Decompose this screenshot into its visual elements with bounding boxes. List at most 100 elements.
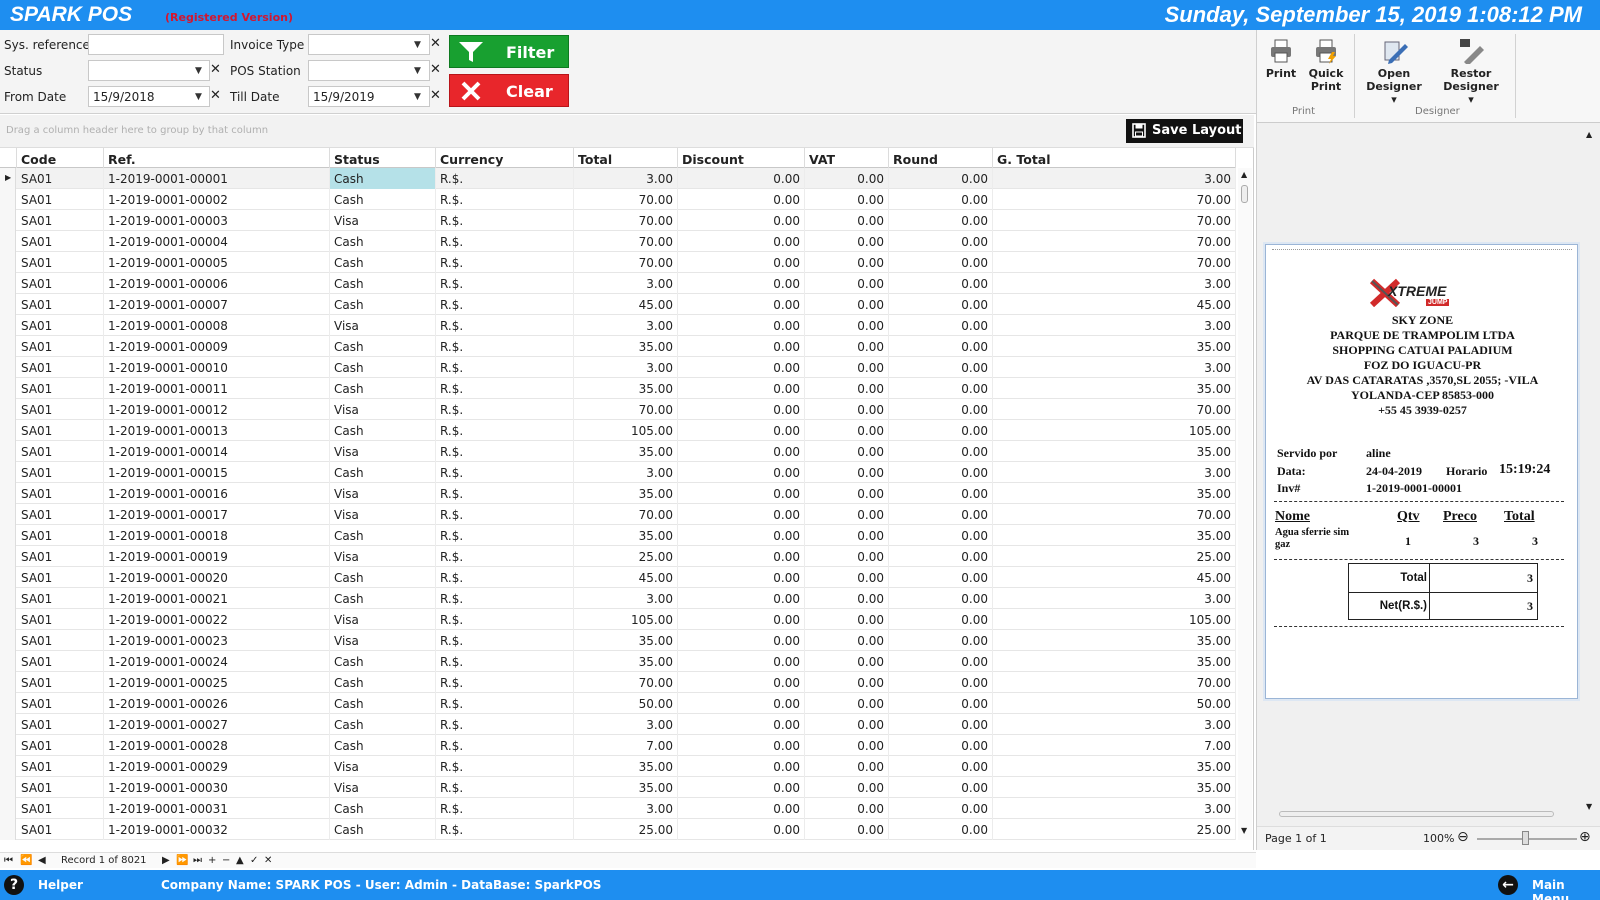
cell-vat[interactable]: 0.00 bbox=[805, 609, 889, 630]
table-row[interactable]: SA01 1-2019-0001-00008 Visa R.$. 3.00 0.00 0.0… bbox=[0, 315, 1236, 336]
cell-status[interactable]: Visa bbox=[330, 777, 436, 798]
row-indicator[interactable] bbox=[0, 252, 16, 273]
cell-currency[interactable]: R.$. bbox=[436, 735, 574, 756]
row-indicator[interactable] bbox=[0, 441, 16, 462]
open-designer-button[interactable]: Open Designer ▾ bbox=[1359, 38, 1429, 106]
cell-total[interactable]: 35.00 bbox=[574, 441, 678, 462]
row-indicator[interactable] bbox=[0, 588, 16, 609]
cell-total[interactable]: 3.00 bbox=[574, 168, 678, 189]
cell-g-total[interactable]: 70.00 bbox=[993, 231, 1236, 252]
status-select[interactable] bbox=[88, 60, 210, 81]
cell-status[interactable]: Cash bbox=[330, 798, 436, 819]
cell-g-total[interactable]: 70.00 bbox=[993, 399, 1236, 420]
table-row[interactable]: SA01 1-2019-0001-00019 Visa R.$. 25.00 0.00 0.… bbox=[0, 546, 1236, 567]
cell-currency[interactable]: R.$. bbox=[436, 357, 574, 378]
cell-ref[interactable]: 1-2019-0001-00031 bbox=[104, 798, 330, 819]
cell-total[interactable]: 35.00 bbox=[574, 378, 678, 399]
cell-vat[interactable]: 0.00 bbox=[805, 504, 889, 525]
cell-total[interactable]: 35.00 bbox=[574, 756, 678, 777]
cell-status[interactable]: Cash bbox=[330, 525, 436, 546]
cell-code[interactable]: SA01 bbox=[17, 399, 104, 420]
row-indicator[interactable] bbox=[0, 819, 16, 840]
cell-code[interactable]: SA01 bbox=[17, 357, 104, 378]
table-row[interactable]: SA01 1-2019-0001-00006 Cash R.$. 3.00 0.00 0.0… bbox=[0, 273, 1236, 294]
table-row[interactable]: SA01 1-2019-0001-00024 Cash R.$. 35.00 0.00 0.… bbox=[0, 651, 1236, 672]
row-indicator[interactable] bbox=[0, 462, 16, 483]
cell-currency[interactable]: R.$. bbox=[436, 525, 574, 546]
cell-currency[interactable]: R.$. bbox=[436, 273, 574, 294]
table-row[interactable]: SA01 1-2019-0001-00014 Visa R.$. 35.00 0.00 0.… bbox=[0, 441, 1236, 462]
cell-currency[interactable]: R.$. bbox=[436, 798, 574, 819]
cell-round[interactable]: 0.00 bbox=[889, 336, 993, 357]
cell-code[interactable]: SA01 bbox=[17, 588, 104, 609]
cell-status[interactable]: Visa bbox=[330, 504, 436, 525]
cell-status[interactable]: Visa bbox=[330, 630, 436, 651]
main-menu-link[interactable]: Main Menu bbox=[1532, 878, 1600, 900]
cancel-record-icon[interactable]: ✕ bbox=[264, 855, 272, 866]
cell-code[interactable]: SA01 bbox=[17, 525, 104, 546]
chevron-down-icon[interactable]: ▼ bbox=[195, 66, 202, 76]
cell-total[interactable]: 3.00 bbox=[574, 357, 678, 378]
close-icon[interactable]: ✕ bbox=[430, 88, 441, 103]
cell-discount[interactable]: 0.00 bbox=[678, 714, 805, 735]
table-row[interactable]: SA01 1-2019-0001-00026 Cash R.$. 50.00 0.00 0.… bbox=[0, 693, 1236, 714]
cell-currency[interactable]: R.$. bbox=[436, 756, 574, 777]
save-record-icon[interactable]: ✓ bbox=[250, 855, 258, 866]
cell-round[interactable]: 0.00 bbox=[889, 294, 993, 315]
cell-round[interactable]: 0.00 bbox=[889, 168, 993, 189]
cell-currency[interactable]: R.$. bbox=[436, 294, 574, 315]
cell-total[interactable]: 70.00 bbox=[574, 672, 678, 693]
cell-total[interactable]: 7.00 bbox=[574, 735, 678, 756]
cell-round[interactable]: 0.00 bbox=[889, 693, 993, 714]
cell-discount[interactable]: 0.00 bbox=[678, 819, 805, 840]
preview-horizontal-scrollbar[interactable] bbox=[1279, 811, 1554, 817]
cell-discount[interactable]: 0.00 bbox=[678, 462, 805, 483]
cell-ref[interactable]: 1-2019-0001-00002 bbox=[104, 189, 330, 210]
cell-vat[interactable]: 0.00 bbox=[805, 756, 889, 777]
cell-discount[interactable]: 0.00 bbox=[678, 420, 805, 441]
scroll-up-icon[interactable]: ▲ bbox=[1586, 130, 1592, 139]
close-icon[interactable]: ✕ bbox=[430, 62, 441, 77]
cell-round[interactable]: 0.00 bbox=[889, 735, 993, 756]
cell-vat[interactable]: 0.00 bbox=[805, 777, 889, 798]
cell-ref[interactable]: 1-2019-0001-00028 bbox=[104, 735, 330, 756]
invoice-type-select[interactable] bbox=[308, 34, 430, 55]
cell-ref[interactable]: 1-2019-0001-00013 bbox=[104, 420, 330, 441]
cell-g-total[interactable]: 35.00 bbox=[993, 336, 1236, 357]
row-indicator[interactable] bbox=[0, 336, 16, 357]
row-indicator[interactable] bbox=[0, 378, 16, 399]
cell-ref[interactable]: 1-2019-0001-00008 bbox=[104, 315, 330, 336]
cell-round[interactable]: 0.00 bbox=[889, 357, 993, 378]
cell-total[interactable]: 70.00 bbox=[574, 189, 678, 210]
cell-round[interactable]: 0.00 bbox=[889, 546, 993, 567]
cell-total[interactable]: 35.00 bbox=[574, 651, 678, 672]
cell-ref[interactable]: 1-2019-0001-00006 bbox=[104, 273, 330, 294]
table-row[interactable]: SA01 1-2019-0001-00012 Visa R.$. 70.00 0.00 0.… bbox=[0, 399, 1236, 420]
edit-record-icon[interactable]: ▲ bbox=[236, 855, 244, 866]
cell-discount[interactable]: 0.00 bbox=[678, 609, 805, 630]
cell-round[interactable]: 0.00 bbox=[889, 252, 993, 273]
table-row[interactable]: SA01 1-2019-0001-00027 Cash R.$. 3.00 0.00 0.0… bbox=[0, 714, 1236, 735]
cell-code[interactable]: SA01 bbox=[17, 483, 104, 504]
cell-discount[interactable]: 0.00 bbox=[678, 168, 805, 189]
cell-code[interactable]: SA01 bbox=[17, 231, 104, 252]
table-row[interactable]: SA01 1-2019-0001-00031 Cash R.$. 3.00 0.00 0.0… bbox=[0, 798, 1236, 819]
cell-total[interactable]: 3.00 bbox=[574, 714, 678, 735]
cell-g-total[interactable]: 3.00 bbox=[993, 357, 1236, 378]
cell-ref[interactable]: 1-2019-0001-00022 bbox=[104, 609, 330, 630]
cell-ref[interactable]: 1-2019-0001-00024 bbox=[104, 651, 330, 672]
cell-total[interactable]: 50.00 bbox=[574, 693, 678, 714]
table-row[interactable]: SA01 1-2019-0001-00010 Cash R.$. 3.00 0.00 0.0… bbox=[0, 357, 1236, 378]
grid-scroll-thumb[interactable] bbox=[1241, 185, 1248, 203]
cell-vat[interactable]: 0.00 bbox=[805, 210, 889, 231]
cell-total[interactable]: 105.00 bbox=[574, 609, 678, 630]
cell-status[interactable]: Cash bbox=[330, 462, 436, 483]
cell-status[interactable]: Cash bbox=[330, 336, 436, 357]
zoom-out-icon[interactable]: ⊖ bbox=[1457, 829, 1469, 845]
cell-status[interactable]: Cash bbox=[330, 231, 436, 252]
cell-round[interactable]: 0.00 bbox=[889, 588, 993, 609]
cell-round[interactable]: 0.00 bbox=[889, 777, 993, 798]
scroll-down-icon[interactable]: ▼ bbox=[1241, 826, 1247, 835]
cell-status[interactable]: Cash bbox=[330, 273, 436, 294]
cell-discount[interactable]: 0.00 bbox=[678, 399, 805, 420]
